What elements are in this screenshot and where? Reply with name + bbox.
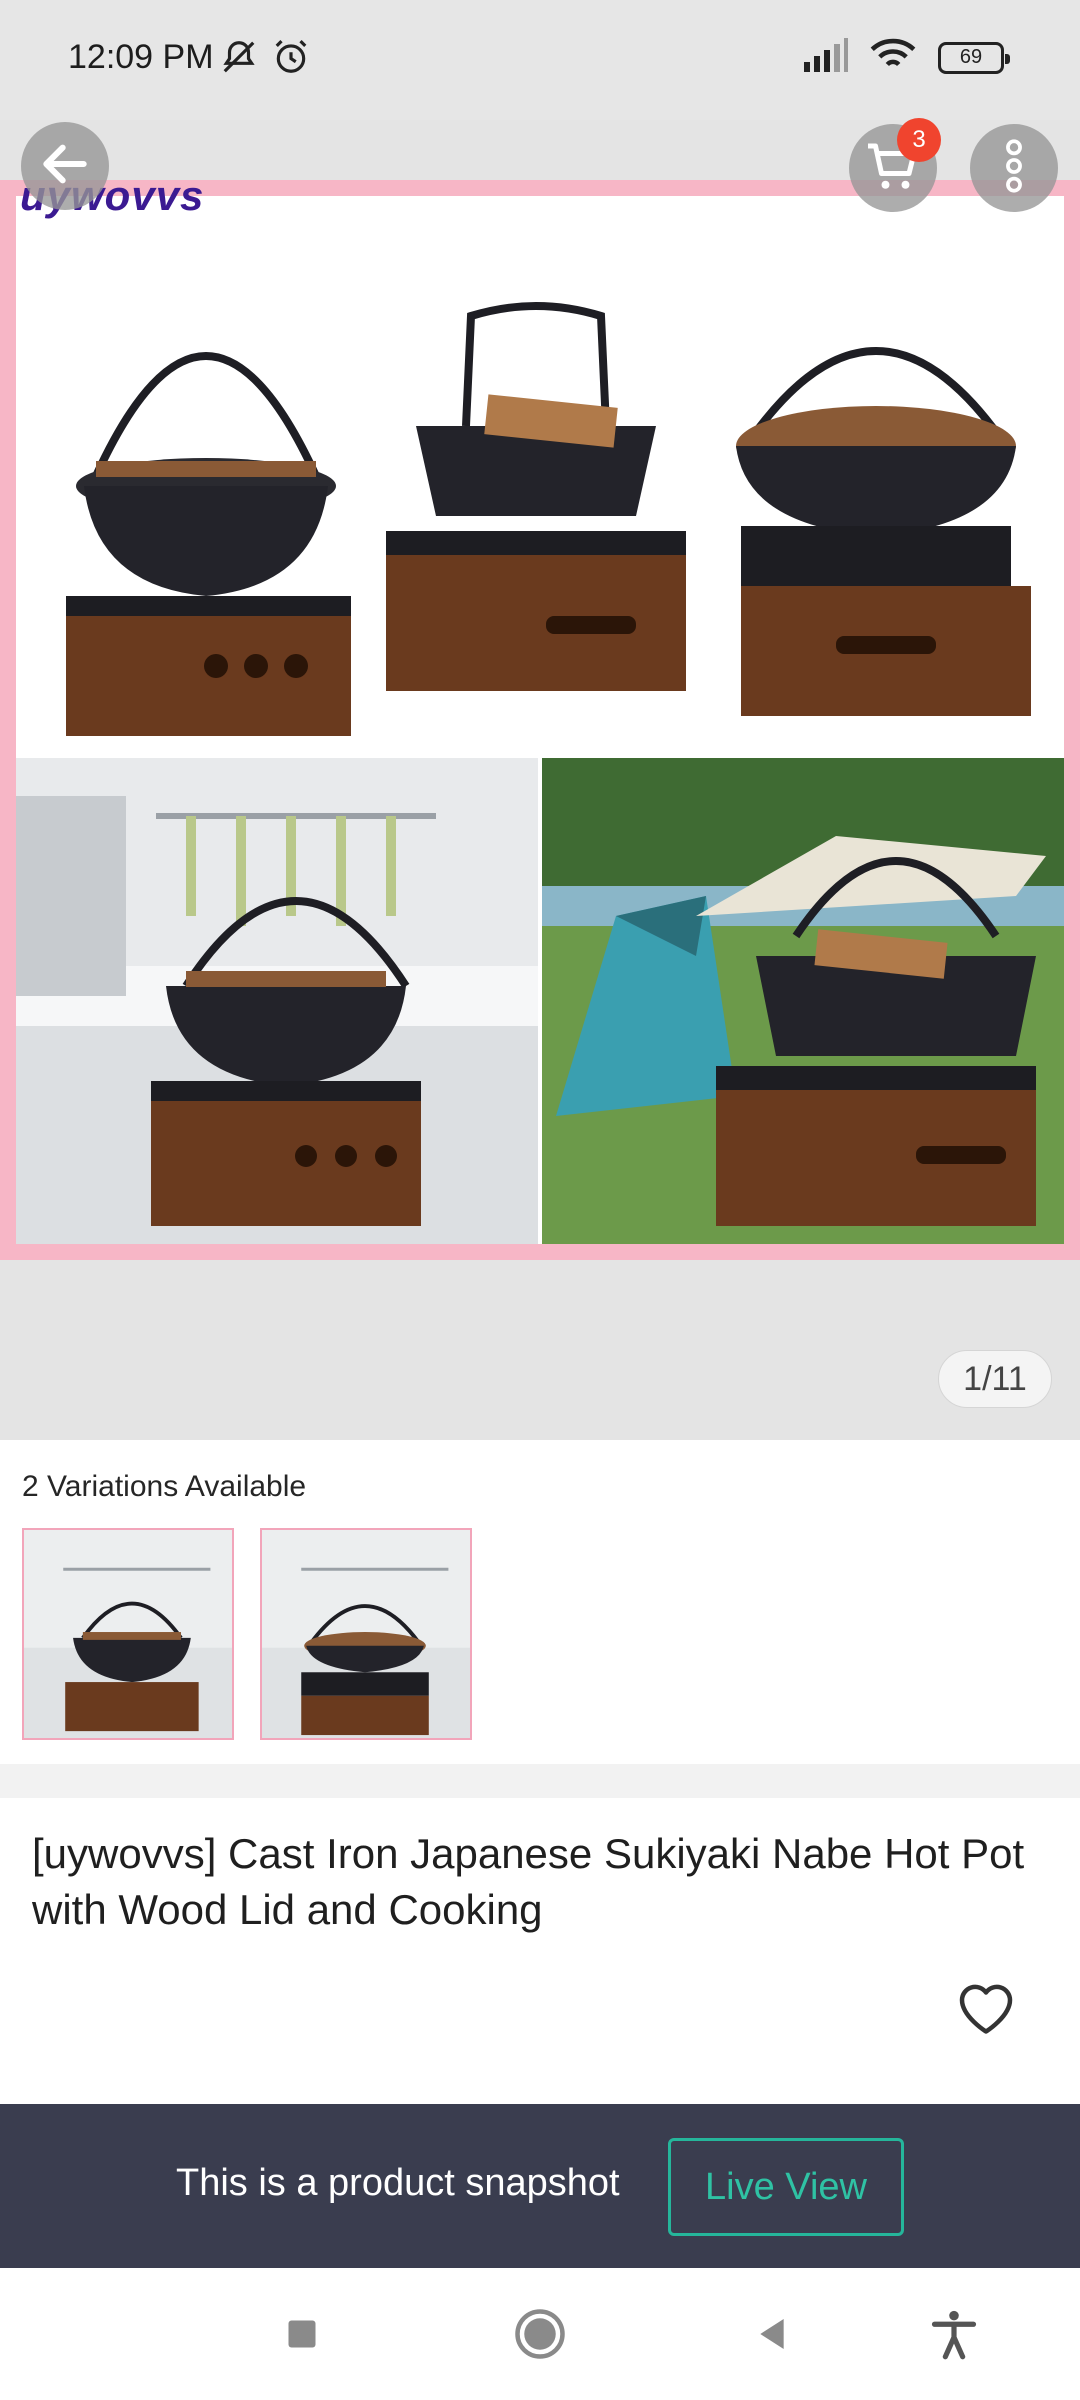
battery-icon: 69 bbox=[938, 41, 1010, 74]
signal-icon bbox=[802, 38, 848, 77]
triangle-back-icon bbox=[752, 2314, 792, 2359]
camping-photo bbox=[540, 756, 1064, 1244]
image-counter: 1/11 bbox=[938, 1350, 1052, 1408]
square-icon bbox=[284, 2316, 320, 2357]
accessibility-icon bbox=[928, 2308, 980, 2365]
variation-thumb-2[interactable] bbox=[260, 1528, 472, 1740]
heart-icon bbox=[950, 1984, 1022, 2046]
product-image[interactable] bbox=[0, 180, 1080, 1260]
accessibility-button[interactable] bbox=[922, 2304, 986, 2368]
snapshot-message: This is a product snapshot bbox=[176, 2162, 620, 2204]
status-bar: 12:09 PM 69 bbox=[0, 0, 1080, 120]
variations-label: 2 Variations Available bbox=[22, 1470, 307, 1503]
product-collage bbox=[16, 196, 1064, 1244]
recents-button[interactable] bbox=[270, 2304, 334, 2368]
product-gallery[interactable]: uywovvs 1/11 bbox=[0, 120, 1080, 1440]
status-time: 12:09 PM bbox=[68, 38, 214, 76]
more-options-button[interactable] bbox=[970, 124, 1058, 212]
variations-section: 2 Variations Available bbox=[0, 1440, 1080, 1764]
home-button[interactable] bbox=[508, 2304, 572, 2368]
live-view-button[interactable]: Live View bbox=[668, 2138, 904, 2236]
cart-count-badge: 3 bbox=[897, 118, 941, 162]
snapshot-banner: This is a product snapshot Live View bbox=[0, 2104, 1080, 2268]
system-navigation-bar bbox=[0, 2268, 1080, 2400]
kitchen-photo bbox=[16, 756, 540, 1244]
home-circle-icon bbox=[513, 2307, 567, 2366]
more-vertical-icon bbox=[1004, 138, 1024, 199]
wifi-icon bbox=[870, 38, 916, 77]
cart-button[interactable]: 3 bbox=[849, 118, 941, 212]
wishlist-button[interactable] bbox=[950, 1970, 1022, 2042]
alarm-icon bbox=[272, 38, 310, 81]
variation-thumb-1[interactable] bbox=[22, 1528, 234, 1740]
section-divider bbox=[0, 1764, 1080, 1798]
back-arrow-icon bbox=[37, 136, 93, 197]
mute-bell-icon bbox=[220, 38, 258, 81]
product-page: 12:09 PM 69 uywovvs 1/11 3 2 Variations … bbox=[0, 0, 1080, 2400]
back-nav-button[interactable] bbox=[740, 2304, 804, 2368]
product-title: [uywovvs] Cast Iron Japanese Sukiyaki Na… bbox=[32, 1830, 1025, 1933]
back-button[interactable] bbox=[21, 122, 109, 210]
